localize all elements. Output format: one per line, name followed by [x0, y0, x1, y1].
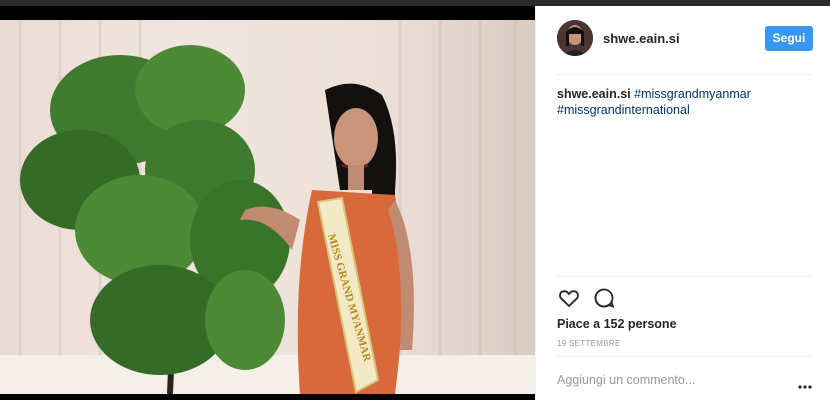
post-photo[interactable]: MISS GRAND MYANMAR	[0, 20, 535, 394]
username-link[interactable]: shwe.eain.si	[603, 31, 680, 46]
heart-icon[interactable]	[557, 286, 581, 310]
post-caption: shwe.eain.si #missgrandmyanmar #missgran…	[557, 86, 812, 118]
more-options-icon[interactable]	[798, 377, 812, 389]
comment-input[interactable]: Aggiungi un commento...	[557, 373, 695, 387]
photo-illustration: MISS GRAND MYANMAR	[0, 20, 535, 394]
comment-divider	[557, 356, 812, 357]
follow-button[interactable]: Segui	[765, 26, 813, 51]
photo-frame: MISS GRAND MYANMAR	[0, 6, 535, 400]
actions-divider	[557, 276, 812, 277]
avatar[interactable]	[557, 20, 593, 56]
comment-bubble-icon[interactable]	[592, 286, 616, 310]
post-header: shwe.eain.si Segui	[536, 6, 830, 74]
header-divider	[557, 74, 812, 75]
hashtag-link[interactable]: #missgrandinternational	[557, 103, 690, 117]
caption-username[interactable]: shwe.eain.si	[557, 87, 631, 101]
post-date: 19 SETTEMBRE	[557, 339, 621, 348]
likes-count[interactable]: Piace a 152 persone	[557, 317, 677, 331]
hashtag-link[interactable]: #missgrandmyanmar	[634, 87, 751, 101]
post-side-panel: shwe.eain.si Segui shwe.eain.si #missgra…	[535, 6, 830, 400]
